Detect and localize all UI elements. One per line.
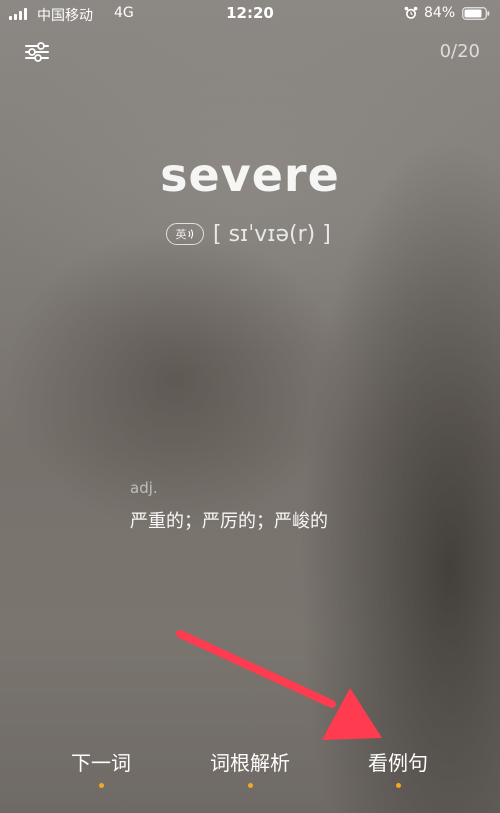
word-title: severe bbox=[160, 148, 340, 202]
battery-icon bbox=[462, 7, 490, 20]
tab-example-sentences[interactable]: 看例句 bbox=[367, 747, 429, 788]
tab-indicator-dot bbox=[98, 783, 104, 788]
tab-next-word[interactable]: 下一词 bbox=[70, 747, 132, 788]
tab-root-analysis-label: 词根解析 bbox=[210, 751, 290, 775]
pointer-arrow-annotation bbox=[176, 630, 382, 740]
battery-percent: 84% bbox=[424, 5, 456, 21]
arrow-head bbox=[322, 688, 382, 740]
part-of-speech: adj. bbox=[130, 479, 158, 497]
tab-example-sentences-label: 看例句 bbox=[368, 751, 428, 775]
tab-next-word-label: 下一词 bbox=[71, 751, 131, 775]
tab-indicator-dot bbox=[395, 783, 401, 788]
sound-wave-icon bbox=[187, 229, 193, 239]
status-bar: 中国移动 4G 12:20 84% bbox=[0, 0, 500, 28]
arrow-shaft bbox=[176, 630, 336, 708]
progress-counter: 0/20 bbox=[439, 41, 480, 62]
word-card-screen: 中国移动 4G 12:20 84% 0/20 severe 英 [sɪˈvɪə… bbox=[0, 0, 500, 813]
pronounce-button[interactable]: 英 bbox=[166, 223, 204, 245]
tab-indicator-dot bbox=[247, 783, 253, 788]
tab-root-analysis[interactable]: 词根解析 bbox=[207, 747, 293, 788]
phonetic-transcription: [ sɪˈvɪə(r) ] bbox=[213, 221, 331, 247]
pronunciation-row: 英 [ sɪˈvɪə(r) ] bbox=[166, 219, 331, 249]
word-meaning: 严重的；严厉的；严峻的 bbox=[130, 511, 328, 532]
alarm-icon bbox=[404, 6, 418, 19]
sliders-icon[interactable] bbox=[24, 40, 50, 64]
pronunciation-region-label: 英 bbox=[175, 228, 187, 241]
